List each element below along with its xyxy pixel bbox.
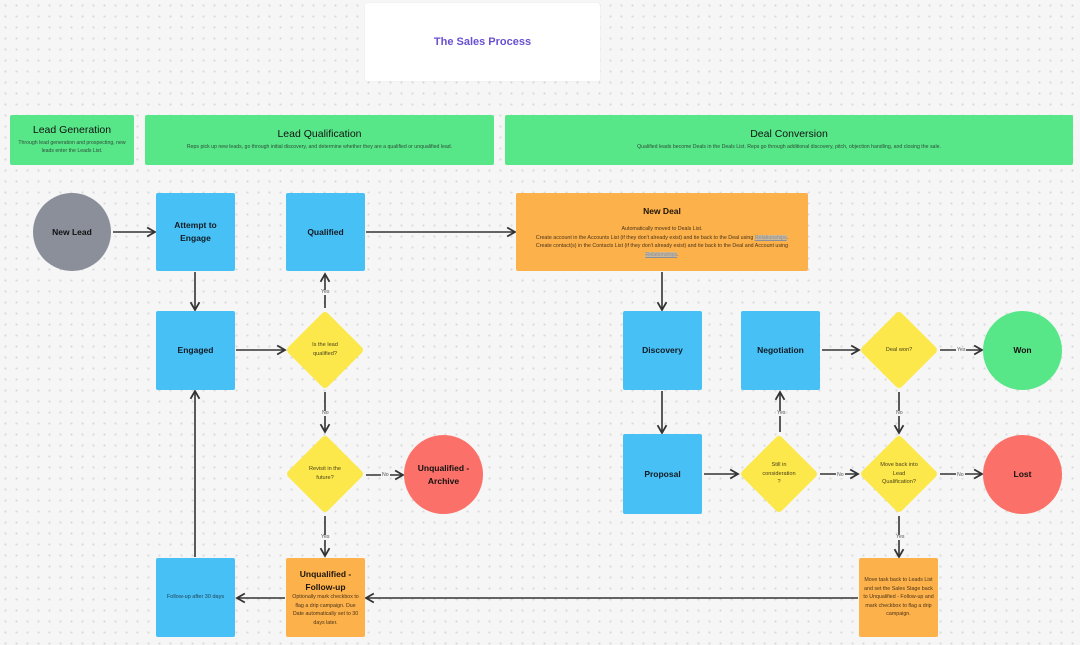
node-unqualified-follow-up[interactable]: Unqualified - Follow-up Optionally mark … [286,558,365,637]
decision-label: Revisit in the future? [308,466,342,481]
decision-label: Is the lead qualified? [312,342,338,357]
node-unqualified-archive[interactable]: Unqualified - Archive [404,435,483,514]
node-attempt-to-engage[interactable]: Attempt to Engage [156,193,235,271]
node-label: Lost [1013,469,1032,480]
decision-still-in-consideration[interactable]: Still in consideration ? [739,433,819,515]
decision-revisit-future[interactable]: Revisit in the future? [285,433,365,515]
phase-description: Through lead generation and prospecting,… [18,140,126,154]
phase-lead-generation[interactable]: Lead Generation Through lead generation … [10,115,134,165]
node-label: Engaged [177,345,214,356]
new-deal-line-2: Create account in the Accounts List (if … [535,234,789,241]
decision-move-back[interactable]: Move back into Lead Qualification? [859,433,939,515]
node-label: Won [1013,345,1032,356]
title-card[interactable]: The Sales Process [365,3,600,81]
node-follow-up-30-days[interactable]: Follow-up after 30 days [156,558,235,637]
node-move-task-back[interactable]: Move task back to Leads List and set the… [859,558,938,637]
phase-title: Lead Generation [32,124,112,137]
node-body: Automatically moved to Deals List. Creat… [520,225,804,259]
phase-lead-qualification[interactable]: Lead Qualification Reps pick up new lead… [145,115,494,165]
node-label: Discovery [642,345,683,356]
phase-title: Deal Conversion [750,128,828,141]
node-new-deal[interactable]: New Deal Automatically moved to Deals Li… [516,193,808,271]
edge-label-no: No [895,410,904,417]
edge-label-no: No [321,410,330,417]
new-deal-line-1: Automatically moved to Deals List. [621,226,703,233]
node-label: Proposal [644,468,681,479]
edge-label-no: No [836,472,845,479]
node-body: Optionally mark checkbox to flag a drip … [292,594,359,626]
node-label: Attempt to Engage [174,220,217,243]
edge-label-yes: Yes [320,289,331,296]
node-label: New Lead [52,226,92,237]
node-qualified[interactable]: Qualified [286,193,365,271]
page-title: The Sales Process [433,36,532,48]
node-title: New Deal [643,205,681,216]
decision-label: Move back into Lead Qualification? [880,461,918,486]
node-proposal[interactable]: Proposal [623,434,702,514]
node-new-lead[interactable]: New Lead [33,193,111,271]
edge-label-yes: Yes [320,534,331,541]
relationships-link[interactable]: Relationships [754,234,787,241]
node-won[interactable]: Won [983,311,1062,390]
new-deal-line-2-text: Create account in the Accounts List (if … [535,234,754,241]
node-title: Unqualified - Follow-up [299,568,352,592]
node-lost[interactable]: Lost [983,435,1062,514]
decision-label: Still in consideration ? [762,461,796,486]
edge-label-yes: Yes [956,347,967,354]
edge-label-yes: Yes [776,410,787,417]
phase-title: Lead Qualification [277,128,362,141]
edge-label-no: No [381,472,390,479]
node-label: Follow-up after 30 days [166,594,225,601]
phase-description: Qualified leads become Deals in the Deal… [637,144,941,151]
phase-deal-conversion[interactable]: Deal Conversion Qualified leads become D… [505,115,1073,165]
edge-label-no: No [956,472,965,479]
node-negotiation[interactable]: Negotiation [741,311,820,390]
phase-description: Reps pick up new leads, go through initi… [186,144,453,151]
edge-label-yes: Yes [895,534,906,541]
decision-is-lead-qualified[interactable]: Is the lead qualified? [285,309,365,391]
node-discovery[interactable]: Discovery [623,311,702,390]
relationships-link[interactable]: Relationships [645,251,678,258]
new-deal-line-3: Create contact(s) in the Contacts List (… [535,243,789,258]
node-engaged[interactable]: Engaged [156,311,235,390]
decision-label: Deal won? [885,346,913,353]
node-label: Negotiation [757,345,804,356]
decision-deal-won[interactable]: Deal won? [859,309,939,391]
node-body: Move task back to Leads List and set the… [863,577,934,618]
node-label: Unqualified - Archive [417,462,470,486]
node-label: Qualified [307,226,344,237]
new-deal-line-3-text: Create contact(s) in the Contacts List (… [535,243,789,250]
